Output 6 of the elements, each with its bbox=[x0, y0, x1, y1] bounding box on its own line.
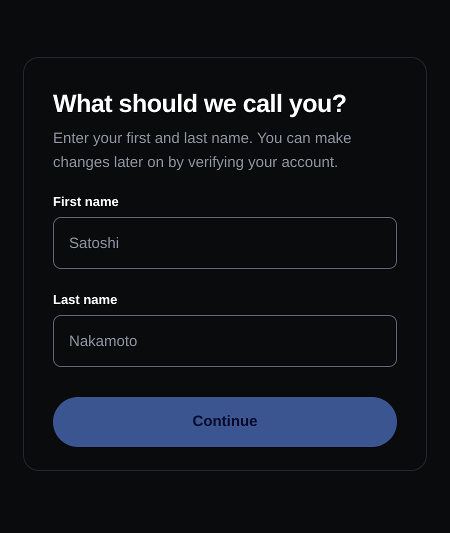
dialog-title: What should we call you? bbox=[53, 89, 348, 120]
input-field[interactable]: Nakamoto bbox=[53, 315, 397, 367]
field-label: First name bbox=[53, 193, 120, 210]
description: Enter your first and last name. You can make changes later on by verifying your account. bbox=[53, 129, 352, 173]
field-label: Last name bbox=[53, 291, 118, 308]
input-field[interactable]: Satoshi bbox=[53, 217, 397, 269]
